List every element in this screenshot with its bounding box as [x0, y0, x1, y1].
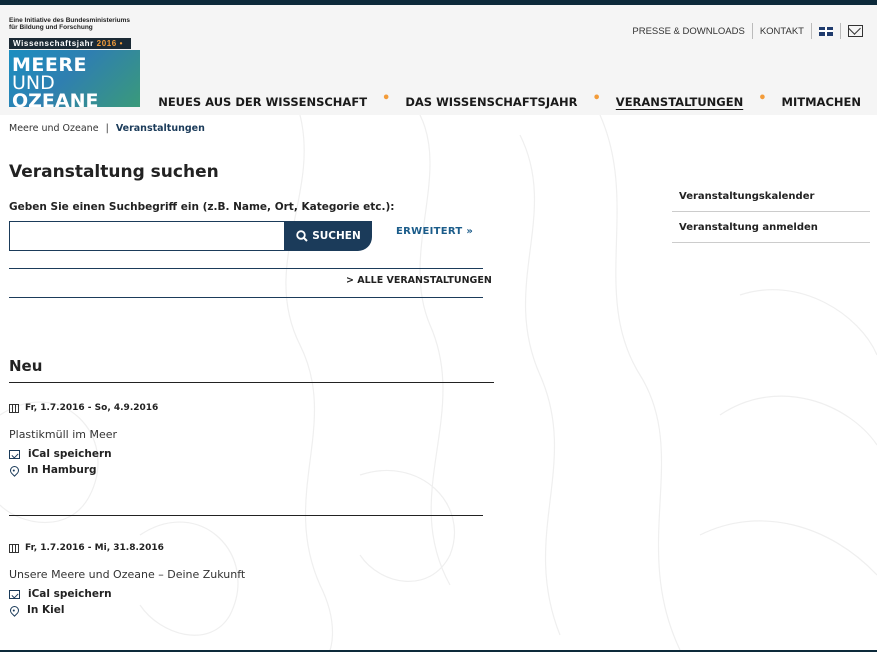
nav-dot: • [382, 91, 391, 106]
event-location-text: In Hamburg [27, 464, 97, 476]
divider [9, 382, 494, 383]
ical-link[interactable]: iCal speichern [9, 588, 483, 600]
initiative-line-1: Eine Initiative des Bundesministeriums [9, 17, 131, 24]
breadcrumb: Meere und Ozeane | Veranstaltungen [9, 123, 205, 134]
calendar-icon [9, 403, 19, 413]
nav-item-veranstaltungen[interactable]: VERANSTALTUNGEN [616, 95, 743, 109]
initiative-line-2: für Bildung und Forschung [9, 24, 93, 31]
logo-line-2: UND OZEANE [9, 74, 140, 112]
search-button-label: SUCHEN [312, 230, 361, 242]
calendar-icon [9, 543, 19, 553]
event-item: Fr, 1.7.2016 - So, 4.9.2016 Plastikmüll … [8, 403, 483, 477]
utility-divider [840, 23, 841, 39]
page-title: Veranstaltung suchen [9, 162, 219, 182]
utility-divider [751, 23, 753, 39]
event-title[interactable]: Plastikmüll im Meer [9, 428, 483, 441]
search-input[interactable] [9, 221, 285, 251]
divider [9, 297, 483, 298]
event-date: Fr, 1.7.2016 - Mi, 31.8.2016 [9, 543, 483, 553]
advanced-search-link[interactable]: ERWEITERT » [396, 226, 473, 237]
nav-item-neues[interactable]: NEUES AUS DER WISSENSCHAFT [158, 95, 367, 109]
nav-dot: • [758, 91, 767, 106]
breadcrumb-separator: | [105, 123, 109, 134]
nav-item-mitmachen[interactable]: MITMACHEN [782, 95, 861, 109]
utility-divider [811, 23, 812, 39]
divider [9, 268, 483, 269]
sidebar-item-anmelden[interactable]: Veranstaltung anmelden [672, 212, 870, 243]
newsletter-mail-icon[interactable] [848, 25, 863, 37]
event-location-text: In Kiel [27, 604, 65, 616]
site-logo[interactable]: MEERE UND OZEANE [9, 50, 140, 112]
event-date: Fr, 1.7.2016 - So, 4.9.2016 [9, 403, 483, 413]
event-item: Fr, 1.7.2016 - Mi, 31.8.2016 Unsere Meer… [8, 543, 483, 617]
location-pin-icon [8, 603, 21, 617]
ical-label: iCal speichern [28, 588, 112, 600]
initiative-text: Eine Initiative des Bundesministeriums f… [9, 17, 149, 31]
nav-dot: • [592, 91, 601, 106]
sidebar-item-kalender[interactable]: Veranstaltungskalender [672, 181, 870, 212]
site-header: Eine Initiative des Bundesministeriums f… [0, 5, 877, 115]
sidebar-nav: Veranstaltungskalender Veranstaltung anm… [672, 181, 870, 243]
event-title[interactable]: Unsere Meere und Ozeane – Deine Zukunft [9, 568, 483, 581]
event-location: In Hamburg [8, 463, 483, 477]
divider [9, 515, 483, 516]
ical-icon [9, 589, 20, 599]
all-events-link[interactable]: > ALLE VERANSTALTUNGEN [346, 275, 492, 286]
kontakt-link[interactable]: KONTAKT [760, 26, 804, 37]
section-title-neu: Neu [9, 357, 43, 375]
search-hint: Geben Sie einen Suchbegriff ein (z.B. Na… [9, 201, 395, 213]
presse-link[interactable]: PRESSE & DOWNLOADS [632, 26, 744, 37]
search-icon [296, 230, 308, 242]
wissenschaftsjahr-label: Wissenschaftsjahr [13, 39, 94, 48]
logo-word-ozeane: OZEANE [12, 90, 99, 112]
event-date-text: Fr, 1.7.2016 - So, 4.9.2016 [25, 403, 159, 413]
location-pin-icon [8, 463, 21, 477]
event-location: In Kiel [8, 603, 483, 617]
utility-nav: PRESSE & DOWNLOADS KONTAKT [632, 23, 863, 39]
main-nav: NEUES AUS DER WISSENSCHAFT • DAS WISSENS… [158, 91, 861, 109]
search-button[interactable]: SUCHEN [285, 221, 372, 251]
english-flag-icon[interactable] [819, 26, 833, 36]
nav-item-wissenschaftsjahr[interactable]: DAS WISSENSCHAFTSJAHR [405, 95, 577, 109]
event-date-text: Fr, 1.7.2016 - Mi, 31.8.2016 [25, 543, 164, 553]
breadcrumb-current: Veranstaltungen [115, 123, 205, 134]
breadcrumb-home[interactable]: Meere und Ozeane [9, 123, 99, 134]
logo-line-1: MEERE [12, 54, 87, 76]
ical-label: iCal speichern [28, 448, 112, 460]
ical-link[interactable]: iCal speichern [9, 448, 483, 460]
ical-icon [9, 449, 20, 459]
wissenschaftsjahr-badge: Wissenschaftsjahr 2016 • 17 [9, 38, 131, 59]
